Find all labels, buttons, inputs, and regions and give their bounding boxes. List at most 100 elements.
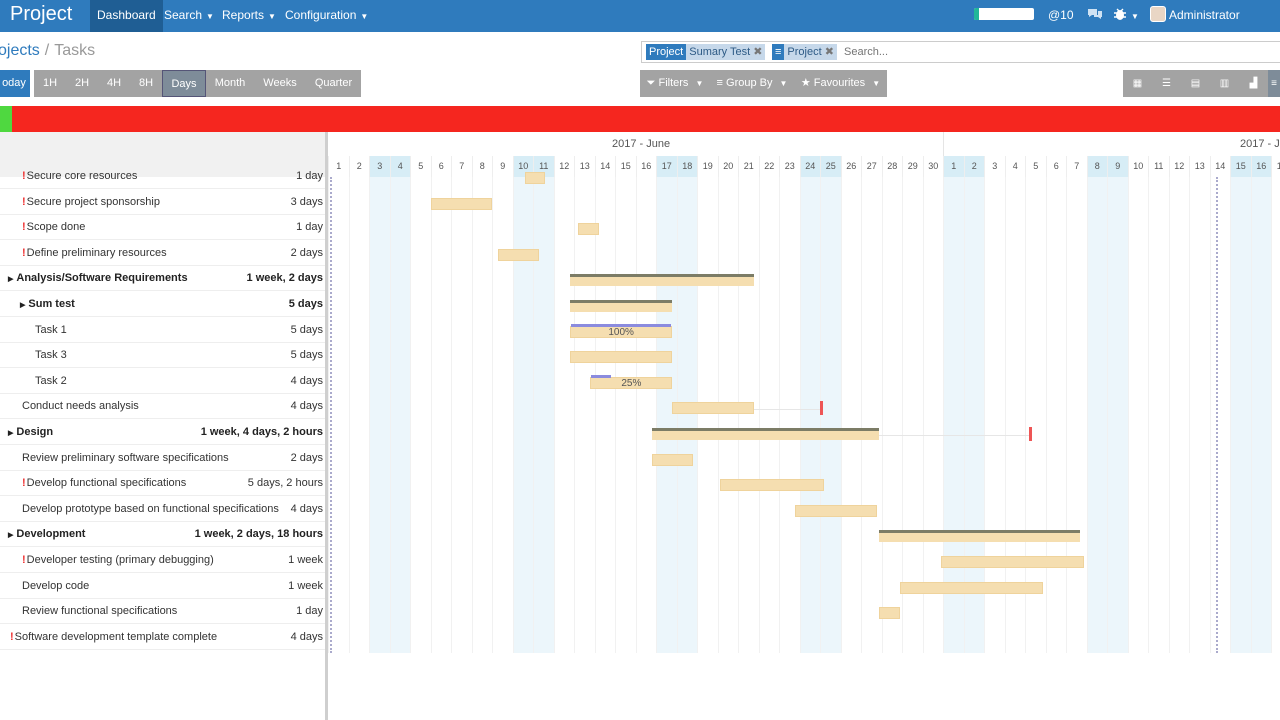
priority-icon: !: [22, 195, 26, 208]
scale-weeks-button[interactable]: Weeks: [254, 70, 306, 97]
gantt-task-bar[interactable]: 25%: [590, 374, 673, 389]
priority-icon: !: [22, 554, 26, 566]
expand-arrow-icon[interactable]: ▶: [8, 276, 13, 283]
scale-8h-button[interactable]: 8H: [130, 70, 162, 97]
gantt-task-bar[interactable]: 100%: [569, 323, 673, 338]
remove-facet-icon[interactable]: ✖: [753, 46, 762, 58]
pivot-icon[interactable]: ▥: [1210, 70, 1239, 97]
gantt-icon[interactable]: ≡: [1268, 70, 1280, 97]
task-duration: 1 day: [296, 605, 323, 618]
task-row[interactable]: Task 2 4 days: [0, 369, 325, 394]
scale-month-button[interactable]: Month: [206, 70, 254, 97]
day-column: [840, 177, 862, 653]
task-row[interactable]: Develop code 1 week: [0, 574, 325, 599]
search-input[interactable]: [844, 44, 1144, 60]
day-cell: 1: [943, 156, 964, 177]
task-row[interactable]: !Scope done 1 day: [0, 215, 325, 241]
day-cell: 13: [1189, 156, 1210, 177]
day-column: [881, 177, 903, 653]
task-row[interactable]: !Developer testing (primary debugging) 1 …: [0, 548, 325, 573]
search-facet-groupby: ≡ Project ✖: [772, 44, 837, 60]
task-row[interactable]: Review functional specifications 1 day: [0, 599, 325, 625]
calendar-icon[interactable]: ▤: [1181, 70, 1210, 97]
today-button[interactable]: oday: [0, 70, 30, 97]
mentions-indicator[interactable]: @10: [1048, 0, 1074, 30]
day-cell: 10: [1127, 156, 1149, 177]
gantt-task-bar[interactable]: [569, 351, 673, 364]
bug-icon[interactable]: ▼: [1113, 0, 1139, 30]
gantt-task-bar[interactable]: [578, 223, 599, 236]
favourites-button[interactable]: ★ Favourites ▼: [794, 70, 887, 97]
task-row[interactable]: Develop prototype based on functional sp…: [0, 497, 325, 522]
day-column: [1045, 177, 1067, 653]
filters-button[interactable]: ⏷ Filters ▼: [640, 70, 710, 97]
kanban-icon[interactable]: ▦: [1123, 70, 1152, 97]
gantt-task-bar[interactable]: [899, 581, 1044, 594]
day-column: [471, 177, 493, 653]
task-name: !Define preliminary resources: [22, 241, 167, 266]
task-row[interactable]: !Secure project sponsorship 3 days: [0, 190, 325, 215]
scale-days-button[interactable]: Days: [162, 70, 206, 97]
month-divider: [943, 132, 944, 156]
menu-search[interactable]: Search ▼: [157, 0, 221, 32]
task-row[interactable]: Task 3 5 days: [0, 343, 325, 369]
priority-icon: !: [22, 246, 26, 259]
day-cell: 23: [779, 156, 800, 177]
scale-4h-button[interactable]: 4H: [98, 70, 130, 97]
expand-arrow-icon[interactable]: ▶: [8, 430, 13, 437]
day-column: [1086, 177, 1107, 653]
task-row[interactable]: !Define preliminary resources 2 days: [0, 241, 325, 266]
gantt-task-bar[interactable]: [672, 402, 755, 415]
caret-down-icon: ▼: [695, 79, 704, 88]
task-row[interactable]: ▶ Sum test 5 days: [0, 292, 325, 317]
day-cell: 24: [799, 156, 820, 177]
user-menu[interactable]: Administrator (gantt_d: [1150, 0, 1280, 52]
remove-facet-icon[interactable]: ✖: [825, 46, 834, 58]
task-row[interactable]: !Secure core resources 1 day: [0, 164, 325, 189]
gantt-task-bar[interactable]: [524, 172, 546, 184]
caret-down-icon: ▼: [872, 79, 881, 88]
task-row[interactable]: !Develop functional specifications 5 days…: [0, 471, 325, 497]
task-name: Task 2: [35, 369, 67, 394]
expand-arrow-icon[interactable]: ▶: [20, 302, 25, 309]
task-duration: 1 week, 2 days, 18 hours: [194, 528, 323, 541]
task-name: ▶ Design: [8, 420, 53, 446]
filters-label: Filters: [658, 77, 689, 89]
task-row[interactable]: Task 1 5 days: [0, 318, 325, 343]
groupby-button[interactable]: ≡ Group By ▼: [710, 70, 794, 97]
gantt-task-bar[interactable]: [430, 197, 492, 210]
scale-quarter-button[interactable]: Quarter: [306, 70, 361, 97]
gantt-task-bar[interactable]: [879, 607, 900, 620]
menu-configuration[interactable]: Configuration ▼: [278, 0, 375, 32]
gantt-task-bar[interactable]: [651, 453, 693, 466]
day-cell: 11: [1148, 156, 1169, 177]
gantt-task-bar[interactable]: [940, 556, 1085, 568]
task-row[interactable]: Conduct needs analysis 4 days: [0, 394, 325, 420]
menu-dashboard[interactable]: Dashboard: [90, 0, 163, 32]
scale-1h-button[interactable]: 1H: [34, 70, 66, 97]
task-row[interactable]: !Software development template complete 4…: [0, 625, 325, 650]
gantt-summary-bar[interactable]: [651, 428, 880, 440]
app-title[interactable]: Project: [10, 3, 72, 26]
gantt-summary-bar[interactable]: [569, 274, 755, 287]
breadcrumb-projects-link[interactable]: ojects: [0, 42, 40, 59]
day-cell: 15: [615, 156, 636, 177]
gantt-summary-bar[interactable]: [569, 300, 673, 312]
menu-reports[interactable]: Reports ▼: [215, 0, 283, 32]
task-row[interactable]: ▶ Analysis/Software Requirements 1 week, 2…: [0, 266, 325, 292]
gantt-task-bar[interactable]: [498, 248, 540, 261]
expand-arrow-icon[interactable]: ▶: [8, 532, 13, 539]
graph-icon[interactable]: ▟: [1239, 70, 1268, 97]
gantt-task-bar[interactable]: [795, 504, 878, 517]
scale-2h-button[interactable]: 2H: [66, 70, 98, 97]
chat-icon[interactable]: [1087, 0, 1103, 30]
list-icon[interactable]: ☰: [1152, 70, 1181, 97]
task-row[interactable]: ▶ Development 1 week, 2 days, 18 hours: [0, 522, 325, 548]
gantt-task-bar[interactable]: [719, 479, 825, 492]
task-row[interactable]: ▶ Design 1 week, 4 days, 2 hours: [0, 420, 325, 445]
task-row[interactable]: Review preliminary software specificatio…: [0, 446, 325, 471]
task-list-panel: !Secure core resources 1 day !Secure proje…: [0, 132, 327, 720]
task-name-text: Develop prototype based on functional sp…: [22, 502, 279, 515]
gantt-summary-bar[interactable]: [879, 530, 1081, 543]
day-column: [1107, 177, 1128, 653]
